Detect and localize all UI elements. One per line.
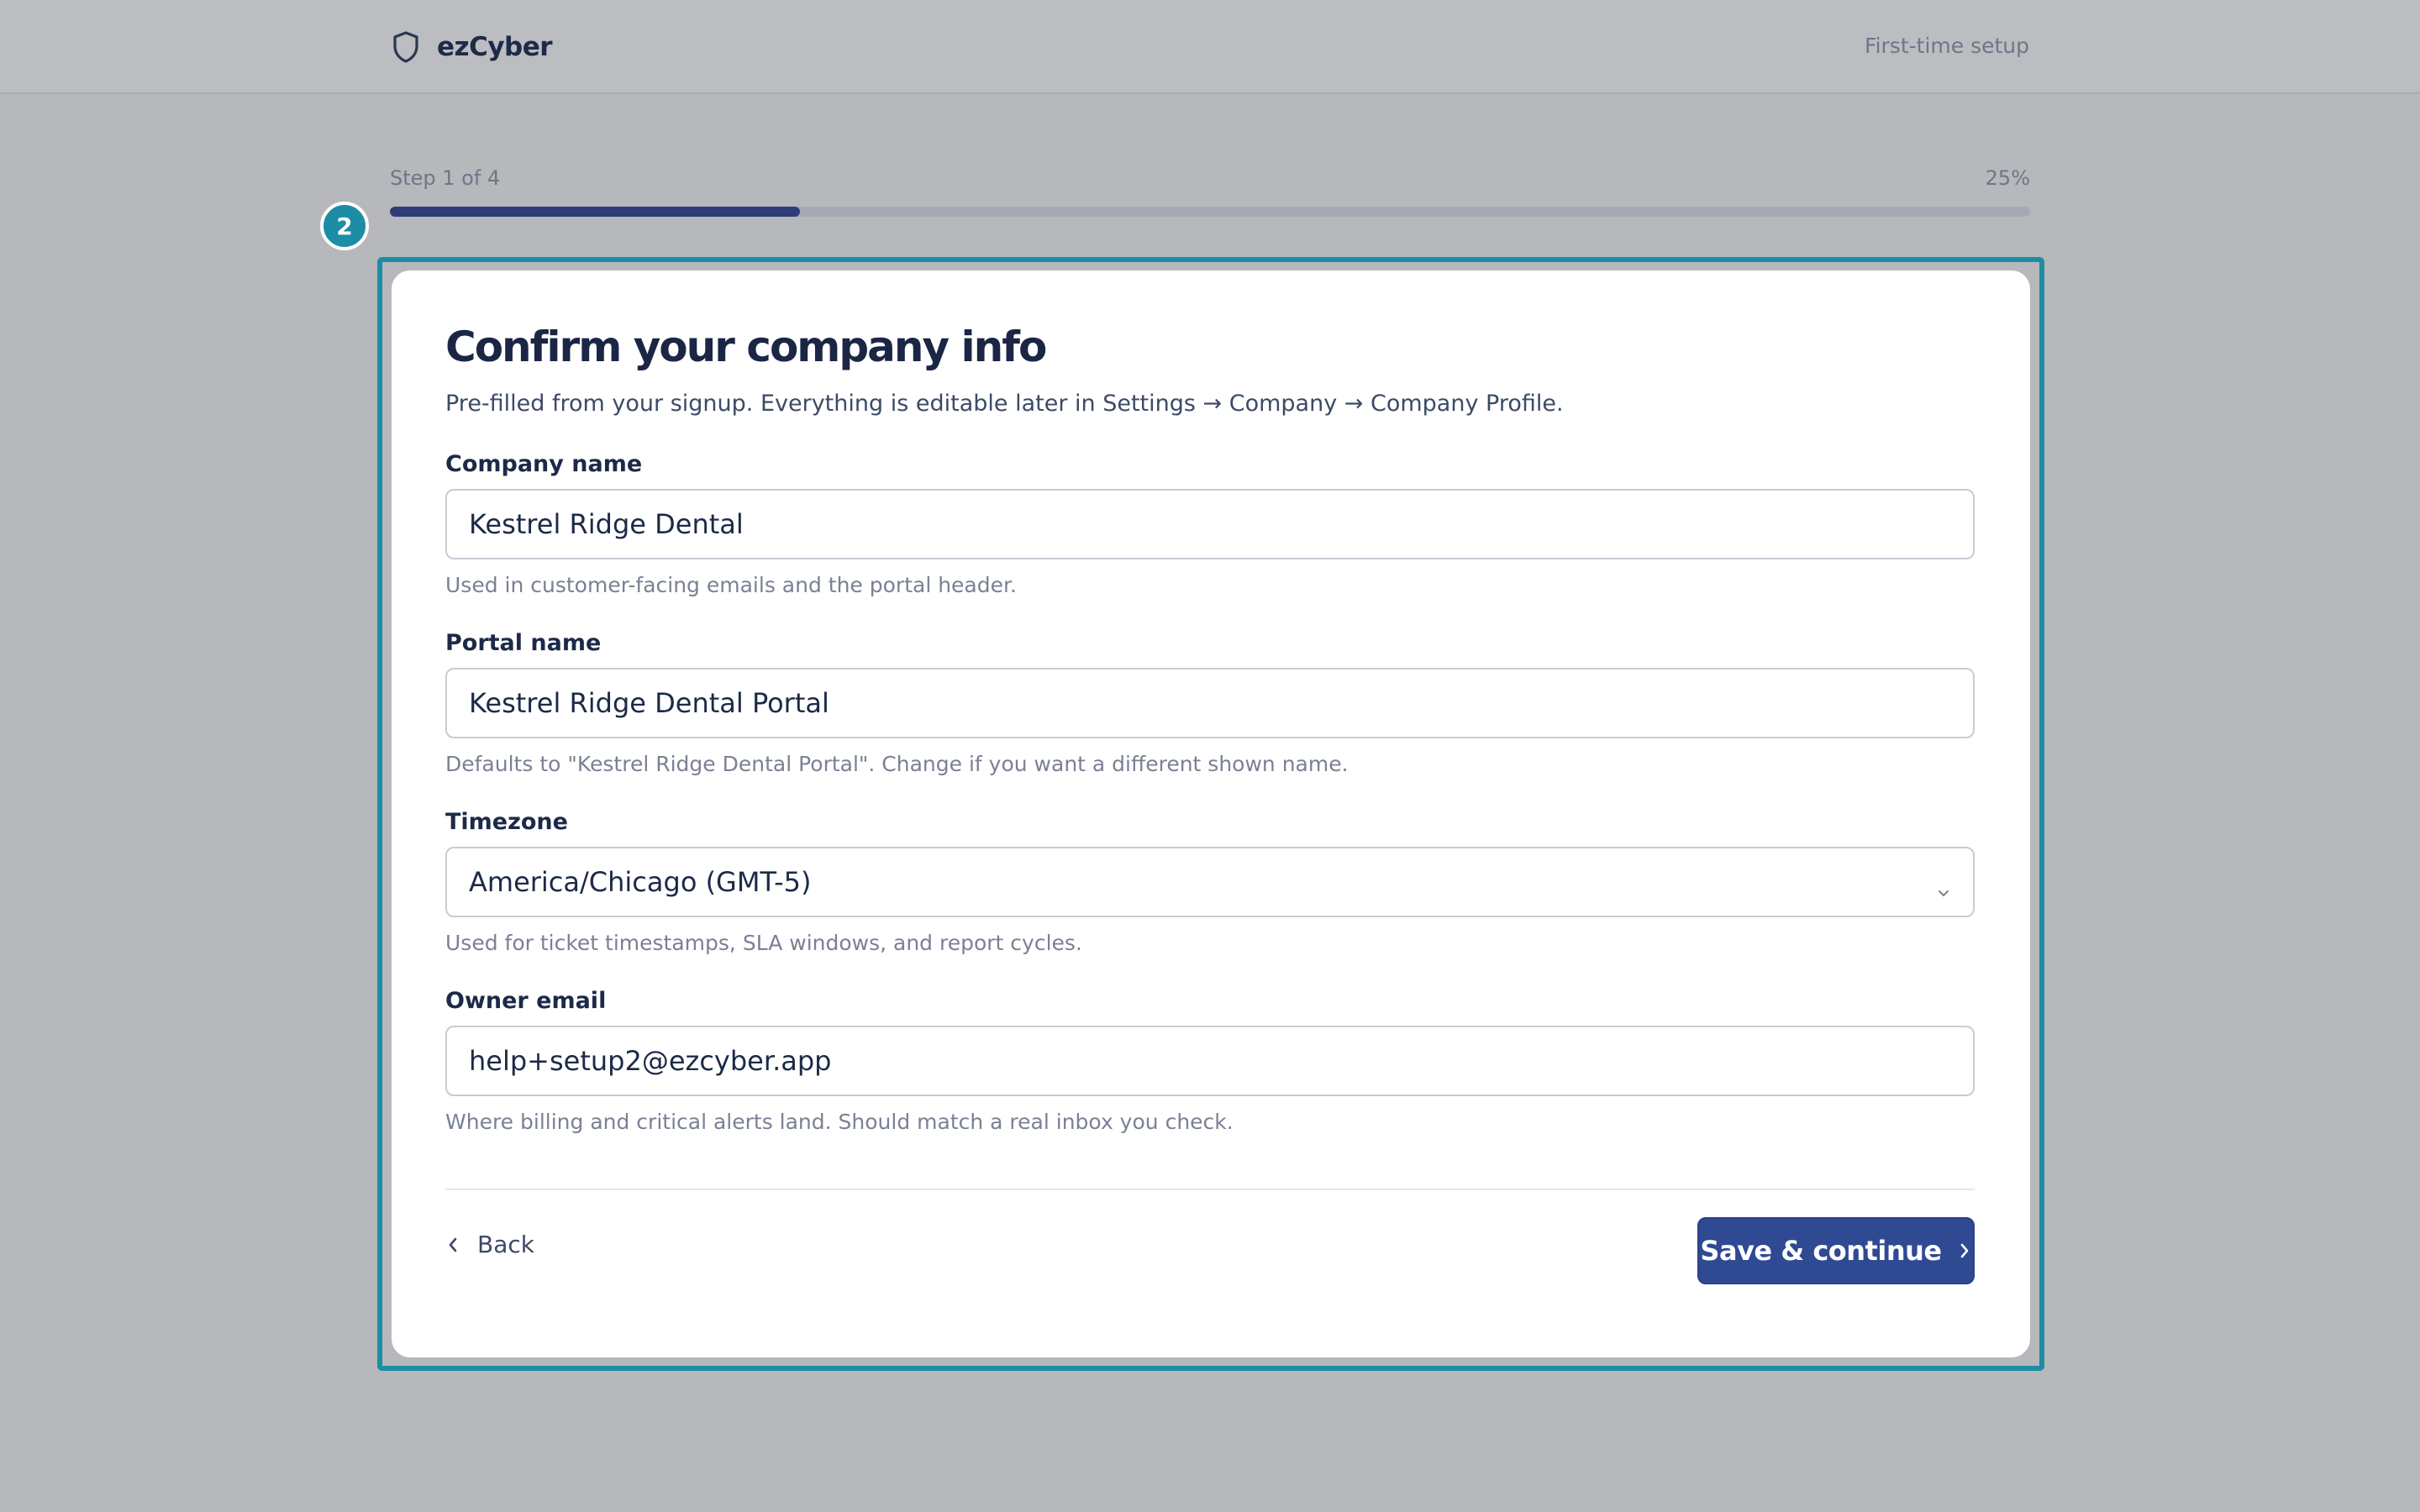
progress-percent: 25% xyxy=(1985,166,2030,190)
portal-name-label: Portal name xyxy=(445,630,602,657)
owner-email-value: help+setup2@ezcyber.app xyxy=(469,1045,832,1078)
brand-name: ezCyber xyxy=(437,32,553,62)
brand[interactable]: ezCyber xyxy=(392,29,553,66)
progress-track xyxy=(390,207,2030,217)
portal-name-value: Kestrel Ridge Dental Portal xyxy=(469,687,829,720)
setup-label: First-time setup xyxy=(1865,34,2029,58)
owner-email-field: Owner email help+setup2@ezcyber.app Wher… xyxy=(445,990,1975,1135)
timezone-label: Timezone xyxy=(445,809,568,836)
company-info-card: Confirm your company info Pre-filled fro… xyxy=(392,270,2030,1357)
timezone-value: America/Chicago (GMT-5) xyxy=(469,866,812,899)
owner-email-label: Owner email xyxy=(445,988,607,1015)
company-name-hint: Used in customer-facing emails and the p… xyxy=(445,573,1017,598)
portal-name-field: Portal name Kestrel Ridge Dental Portal … xyxy=(445,632,1975,777)
setup-progress: Step 1 of 4 25% xyxy=(390,166,2030,217)
annotation-badge: 2 xyxy=(320,202,369,250)
shield-icon xyxy=(392,30,420,64)
save-continue-label: Save & continue xyxy=(1700,1235,1942,1268)
back-button[interactable]: Back xyxy=(445,1231,534,1258)
company-name-input[interactable]: Kestrel Ridge Dental xyxy=(445,489,1975,560)
owner-email-input[interactable]: help+setup2@ezcyber.app xyxy=(445,1026,1975,1097)
portal-name-hint: Defaults to "Kestrel Ridge Dental Portal… xyxy=(445,752,1349,777)
owner-email-hint: Where billing and critical alerts land. … xyxy=(445,1110,1234,1135)
step-counter: Step 1 of 4 xyxy=(390,166,501,190)
page-subtitle: Pre-filled from your signup. Everything … xyxy=(445,391,1564,417)
page-title: Confirm your company info xyxy=(445,323,1047,371)
progress-fill xyxy=(390,207,800,217)
company-name-value: Kestrel Ridge Dental xyxy=(469,508,744,541)
chevron-right-icon xyxy=(1957,1242,1972,1260)
save-continue-button[interactable]: Save & continue xyxy=(1697,1217,1975,1285)
company-name-label: Company name xyxy=(445,451,643,478)
top-bar: ezCyber First-time setup xyxy=(0,0,2420,94)
chevron-down-icon xyxy=(1936,875,1951,897)
portal-name-input[interactable]: Kestrel Ridge Dental Portal xyxy=(445,668,1975,739)
timezone-field: Timezone America/Chicago (GMT-5) Used fo… xyxy=(445,811,1975,956)
chevron-left-icon xyxy=(445,1236,460,1254)
company-name-field: Company name Kestrel Ridge Dental Used i… xyxy=(445,453,1975,598)
timezone-hint: Used for ticket timestamps, SLA windows,… xyxy=(445,931,1082,956)
back-label: Back xyxy=(477,1231,534,1259)
timezone-select[interactable]: America/Chicago (GMT-5) xyxy=(445,847,1975,918)
form-actions: Back Save & continue xyxy=(445,1190,1975,1308)
